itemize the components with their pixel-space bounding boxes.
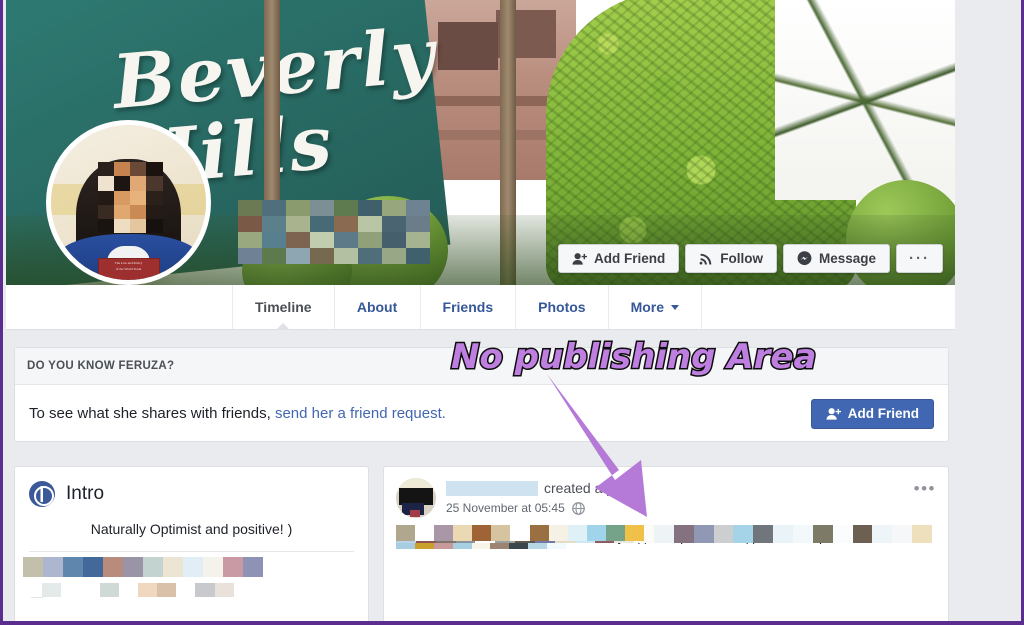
tab-photos[interactable]: Photos	[516, 285, 609, 329]
chevron-down-icon	[671, 304, 680, 310]
intro-header: Intro	[15, 467, 368, 513]
profile-picture[interactable]: The Law and Policy of the World Trade	[46, 120, 211, 285]
do-you-know-text: To see what she shares with friends, sen…	[29, 405, 446, 422]
cover-palm-fronds	[775, 0, 955, 200]
tab-photos-label: Photos	[538, 299, 586, 315]
intro-card: Intro Naturally Optimist and positive! )…	[14, 466, 369, 621]
profile-tab-bar: Timeline About Friends Photos More	[6, 285, 955, 330]
rss-follow-icon	[699, 253, 712, 264]
add-friend-label: Add Friend	[847, 406, 919, 421]
follow-button[interactable]: Follow	[685, 244, 777, 273]
cover-redaction-block	[238, 200, 430, 264]
tab-more[interactable]: More	[609, 285, 703, 329]
tab-more-label: More	[630, 299, 665, 315]
intro-row-2-redaction	[23, 583, 253, 597]
intro-bio: Naturally Optimist and positive! )	[90, 521, 293, 537]
tab-timeline[interactable]: Timeline	[233, 285, 335, 329]
add-friend-icon	[572, 252, 587, 265]
browser-viewport: Beverly Hills Add Friend	[0, 0, 1024, 625]
send-friend-request-link[interactable]: send her a friend request.	[275, 405, 446, 422]
message-label: Message	[818, 251, 876, 266]
profile-pic-book-line2: of the World Trade	[115, 267, 142, 272]
globe-icon	[29, 481, 55, 507]
do-you-know-text-prefix: To see what she shares with friends,	[29, 405, 275, 422]
add-friend-icon	[826, 407, 841, 420]
profile-pic-book-line: The Law and Policy	[114, 261, 143, 266]
post-menu-icon[interactable]: •••	[914, 479, 936, 499]
tab-bar-spacer	[6, 285, 233, 329]
tab-about-label: About	[356, 299, 398, 315]
tab-friends-label: Friends	[442, 299, 494, 315]
intro-row-work-2[interactable]: Jo	[15, 575, 368, 598]
message-button[interactable]: Message	[782, 244, 890, 273]
tab-timeline-label: Timeline	[255, 299, 312, 315]
profile-action-buttons: Add Friend Follow Message ···	[557, 244, 943, 273]
intro-row-work-1[interactable]: He	[15, 552, 368, 577]
tab-bar-filler	[702, 285, 955, 329]
avatar-accent	[409, 510, 420, 518]
follow-label: Follow	[720, 251, 763, 266]
tab-about[interactable]: About	[335, 285, 421, 329]
post-author-avatar[interactable]	[396, 478, 436, 518]
add-friend-label-cover: Add Friend	[593, 251, 666, 266]
add-friend-button-cover[interactable]: Add Friend	[557, 244, 680, 273]
annotation-arrow-icon	[547, 374, 647, 517]
profile-pic-face-pixelated	[97, 162, 163, 234]
profile-pic-book: The Law and Policy of the World Trade	[97, 258, 160, 280]
intro-row-1-redaction	[23, 557, 263, 577]
more-options-button-cover[interactable]: ···	[896, 244, 943, 273]
add-friend-button[interactable]: Add Friend	[810, 398, 934, 429]
more-options-icon: ···	[909, 250, 930, 267]
post-author-name-redacted	[446, 480, 538, 496]
messenger-icon	[797, 251, 812, 266]
intro-title: Intro	[66, 483, 105, 504]
tab-friends[interactable]: Friends	[421, 285, 517, 329]
do-you-know-body: To see what she shares with friends, sen…	[15, 385, 948, 442]
post-redaction-row-3	[396, 525, 644, 541]
annotation-label: No publishing Area	[449, 337, 817, 378]
